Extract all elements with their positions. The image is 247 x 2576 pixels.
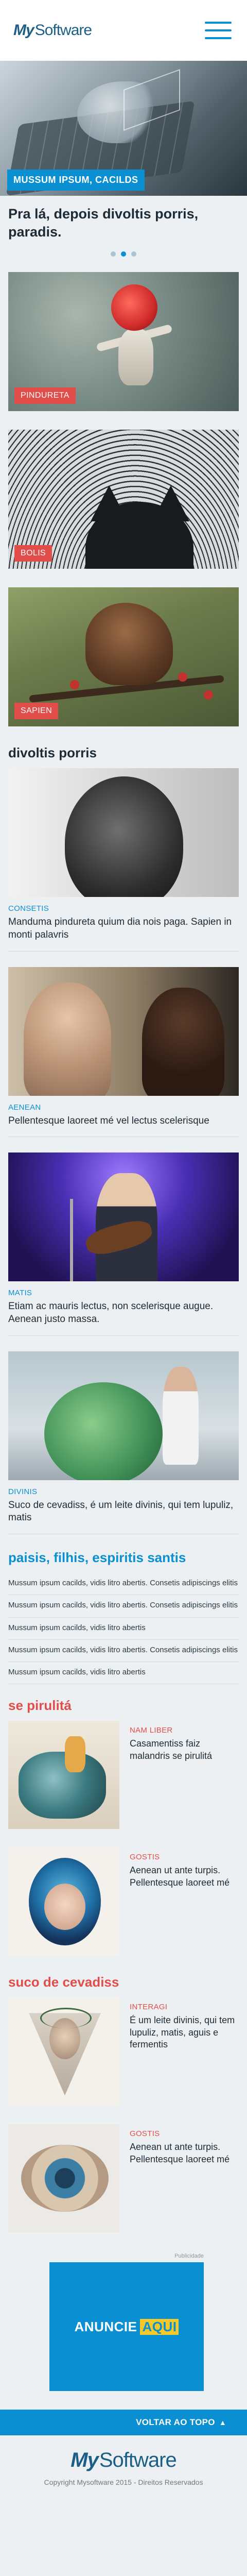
list-item[interactable]: Mussum ipsum cacilds, vidis litro aberti… xyxy=(8,1640,239,1662)
featured-badge-2[interactable]: BOLIS xyxy=(14,545,52,562)
news-text-2[interactable]: Pellentesque laoreet mé vel lectus scele… xyxy=(8,1115,239,1138)
side-category-4[interactable]: GOSTIS xyxy=(130,2129,239,2138)
news-text-1[interactable]: Manduma pindureta quium dia nois paga. S… xyxy=(8,916,239,952)
featured-badge-3[interactable]: SAPIEN xyxy=(14,703,59,720)
side-text-4[interactable]: Aenean ut ante turpis. Pellentesque laor… xyxy=(130,2141,239,2165)
hero-title[interactable]: Pra lá, depois divoltis porris, paradis. xyxy=(0,196,247,245)
list-item[interactable]: Mussum ipsum cacilds, vidis litro aberti… xyxy=(8,1618,239,1640)
copyright: Copyright Mysoftware 2015 - Direitos Res… xyxy=(44,2478,203,2487)
featured-image-2[interactable]: BOLIS xyxy=(8,430,239,569)
side-item-4[interactable]: GOSTIS Aenean ut ante turpis. Pellentesq… xyxy=(8,2124,239,2233)
news-text-4[interactable]: Suco de cevadiss, é um leite divinis, qu… xyxy=(8,1499,239,1534)
featured-card-2[interactable]: BOLIS xyxy=(8,430,239,569)
side-category-3[interactable]: INTERAGI xyxy=(130,2003,239,2011)
featured-card-1[interactable]: PINDURETA xyxy=(8,272,239,412)
ad-highlight: AQUI xyxy=(140,2318,179,2335)
logo-my: My xyxy=(13,22,34,39)
section-title-divoltis[interactable]: divoltis porris xyxy=(8,745,239,761)
side-category-2[interactable]: GOSTIS xyxy=(130,1853,239,1861)
featured-image-3[interactable]: SAPIEN xyxy=(8,587,239,727)
side-image-4[interactable] xyxy=(8,2124,119,2233)
news-category-4[interactable]: DIVINIS xyxy=(8,1487,239,1496)
news-text-3[interactable]: Etiam ac mauris lectus, non scelerisque … xyxy=(8,1300,239,1336)
footer-logo-software: Software xyxy=(99,2449,177,2472)
ad-label: Publicidade xyxy=(174,2253,204,2260)
hero-slider[interactable]: MUSSUM IPSUM, CACILDS xyxy=(0,61,247,196)
link-list: Mussum ipsum cacilds, vidis litro aberti… xyxy=(8,1573,239,1685)
news-item-4[interactable]: DIVINIS Suco de cevadiss, é um leite div… xyxy=(8,1351,239,1534)
section-title-pirulita[interactable]: se pirulitá xyxy=(8,1698,239,1714)
ad-text: ANUNCIE xyxy=(74,2318,137,2334)
list-item[interactable]: Mussum ipsum cacilds, vidis litro aberti… xyxy=(8,1595,239,1618)
hamburger-menu-icon[interactable] xyxy=(205,20,232,41)
featured-badge-1[interactable]: PINDURETA xyxy=(14,387,76,404)
side-image-3[interactable] xyxy=(8,1997,119,2106)
back-to-top-label: VOLTAR AO TOPO xyxy=(136,2417,215,2428)
news-category-2[interactable]: AENEAN xyxy=(8,1103,239,1112)
hero-tag[interactable]: MUSSUM IPSUM, CACILDS xyxy=(7,170,145,191)
ad-container: Publicidade ANUNCIE AQUI xyxy=(0,2253,247,2392)
list-item[interactable]: Mussum ipsum cacilds, vidis litro aberti… xyxy=(8,1662,239,1685)
news-item-2[interactable]: AENEAN Pellentesque laoreet mé vel lectu… xyxy=(8,967,239,1138)
news-category-3[interactable]: MATIS xyxy=(8,1289,239,1297)
side-item-2[interactable]: GOSTIS Aenean ut ante turpis. Pellentesq… xyxy=(8,1848,239,1956)
side-item-3[interactable]: INTERAGI É um leite divinis, qui tem lup… xyxy=(8,1997,239,2106)
slider-dot-3[interactable] xyxy=(131,251,136,257)
site-footer: My Software Copyright Mysoftware 2015 - … xyxy=(0,2435,247,2494)
news-item-3[interactable]: MATIS Etiam ac mauris lectus, non sceler… xyxy=(8,1153,239,1336)
back-to-top-button[interactable]: VOLTAR AO TOPO ▲ xyxy=(0,2410,247,2436)
news-image-2[interactable] xyxy=(8,967,239,1096)
featured-card-3[interactable]: SAPIEN xyxy=(8,587,239,727)
side-image-2[interactable] xyxy=(8,1848,119,1956)
slider-dot-1[interactable] xyxy=(111,251,116,257)
side-text-3[interactable]: É um leite divinis, qui tem lupuliz, mat… xyxy=(130,2014,239,2050)
list-item[interactable]: Mussum ipsum cacilds, vidis litro aberti… xyxy=(8,1573,239,1596)
footer-logo[interactable]: My Software xyxy=(0,2449,247,2472)
news-image-4[interactable] xyxy=(8,1351,239,1480)
news-image-1[interactable] xyxy=(8,768,239,897)
side-item-1[interactable]: NAM LIBER Casamentiss faiz malandris se … xyxy=(8,1721,239,1829)
ad-banner[interactable]: ANUNCIE AQUI xyxy=(49,2262,204,2392)
news-item-1[interactable]: CONSETIS Manduma pindureta quium dia noi… xyxy=(8,768,239,952)
side-text-2[interactable]: Aenean ut ante turpis. Pellentesque laor… xyxy=(130,1865,239,1889)
side-category-1[interactable]: NAM LIBER xyxy=(130,1726,239,1735)
featured-image-1[interactable]: PINDURETA xyxy=(8,272,239,412)
news-image-3[interactable] xyxy=(8,1153,239,1282)
site-header: My Software xyxy=(0,0,247,61)
section-title-paisis[interactable]: paisis, filhis, espiritis santis xyxy=(8,1550,239,1566)
news-category-1[interactable]: CONSETIS xyxy=(8,904,239,913)
slider-dot-2[interactable] xyxy=(121,251,126,257)
section-title-cevadiss[interactable]: suco de cevadiss xyxy=(8,1974,239,1990)
arrow-up-icon: ▲ xyxy=(219,2418,226,2427)
logo-software: Software xyxy=(34,22,92,39)
side-text-1[interactable]: Casamentiss faiz malandris se pirulitá xyxy=(130,1738,239,1762)
slider-dots xyxy=(0,245,247,272)
side-image-1[interactable] xyxy=(8,1721,119,1829)
footer-logo-my: My xyxy=(70,2449,99,2472)
site-logo[interactable]: My Software xyxy=(13,22,92,39)
